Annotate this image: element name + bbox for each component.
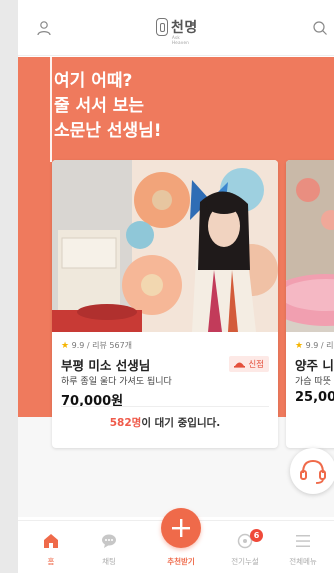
logo-text: 천명 xyxy=(171,20,198,36)
hat-icon xyxy=(234,362,246,368)
user-icon[interactable] xyxy=(36,20,52,36)
plus-icon xyxy=(172,519,190,537)
nav-label-notifications: 전기누설 xyxy=(231,557,259,566)
star-icon: ★ xyxy=(295,341,304,351)
waiting-text: 이 대기 중입니다. xyxy=(141,417,221,429)
nav-item-menu[interactable]: 전체메뉴 xyxy=(274,521,332,573)
rating-text: 9.9 / 리 xyxy=(305,341,334,350)
top-bar: 천명 Ask Heaven xyxy=(18,0,334,56)
category-badge-label: 신점 xyxy=(248,360,264,370)
price: 25,000 xyxy=(295,390,334,405)
nav-item-chat[interactable]: 채팅 xyxy=(80,521,138,573)
banner-line-2: 줄 서서 보는 xyxy=(54,96,145,116)
waiting-status: 582명이 대기 중입니다. xyxy=(52,415,278,430)
teacher-photo xyxy=(52,160,278,332)
chat-icon xyxy=(102,534,116,548)
teacher-card[interactable]: ★ 9.9 / 리뷰 567개 부평 미소 선생님 하루 종일 울다 가셔도 됩… xyxy=(52,160,278,448)
teacher-info: ★ 9.9 / 리 양주 니 가슴 따뜻 25,000 xyxy=(286,332,334,408)
nav-item-notifications[interactable]: 6 전기누설 xyxy=(216,521,274,573)
nav-label-recommend: 추천받기 xyxy=(167,557,195,566)
app-logo[interactable]: 천명 Ask Heaven xyxy=(156,16,198,45)
nav-label-menu: 전체메뉴 xyxy=(289,557,317,566)
banner-line-3: 소문난 선생님! xyxy=(54,121,162,141)
app-screen: 천명 Ask Heaven 여기 어때? 줄 서서 보는 소문난 선생님! ★ … xyxy=(18,0,334,573)
search-icon[interactable] xyxy=(312,20,328,36)
category-badge: 신점 xyxy=(229,356,269,372)
menu-icon xyxy=(296,535,310,547)
teacher-card[interactable]: ★ 9.9 / 리 양주 니 가슴 따뜻 25,000 xyxy=(286,160,334,448)
nav-item-home[interactable]: 홈 xyxy=(22,521,80,573)
teacher-name: 양주 니 xyxy=(295,358,334,373)
teacher-description: 가슴 따뜻 xyxy=(295,377,331,387)
teacher-photo xyxy=(286,160,334,332)
recommend-fab[interactable] xyxy=(161,508,201,548)
banner-line-1: 여기 어때? xyxy=(54,71,133,91)
nav-label-home: 홈 xyxy=(47,557,55,566)
headset-icon xyxy=(300,459,326,484)
waiting-count: 582명 xyxy=(109,417,142,429)
counsel-fab[interactable] xyxy=(290,448,334,494)
home-icon xyxy=(44,534,58,548)
logo-subtext: Ask Heaven xyxy=(172,35,190,45)
banner-headline: 여기 어때? 줄 서서 보는 소문난 선생님! xyxy=(54,69,162,144)
rating: ★ 9.9 / 리 xyxy=(295,340,334,351)
star-icon: ★ xyxy=(61,341,70,351)
nav-label-chat: 채팅 xyxy=(102,557,116,566)
banner-accent-line xyxy=(50,57,52,162)
notification-badge: 6 xyxy=(250,529,263,542)
card-divider xyxy=(61,406,269,407)
teacher-description: 하루 종일 울다 가셔도 됩니다 xyxy=(61,377,172,387)
rating: ★ 9.9 / 리뷰 567개 xyxy=(61,340,269,351)
rating-text: 9.9 / 리뷰 567개 xyxy=(71,341,133,350)
logo-mark-icon xyxy=(156,18,168,36)
